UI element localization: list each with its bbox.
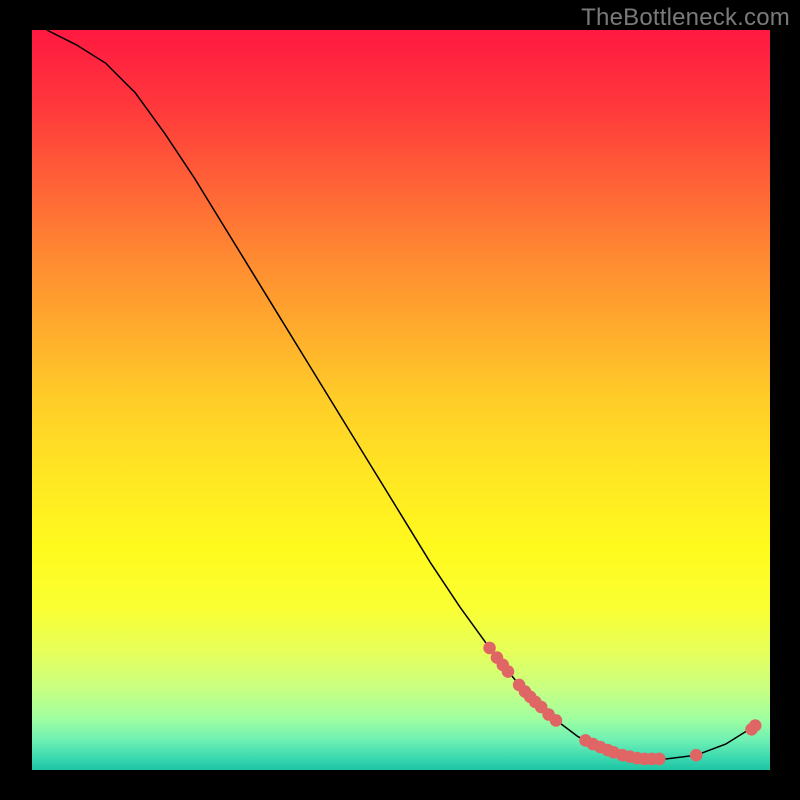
data-marker: [550, 714, 563, 727]
watermark-text: TheBottleneck.com: [581, 4, 790, 32]
data-marker: [653, 753, 666, 766]
bottleneck-curve: [47, 30, 755, 759]
data-marker: [502, 665, 515, 678]
plot-area: [32, 30, 770, 770]
curve-layer: [32, 30, 770, 770]
data-marker: [749, 719, 762, 732]
chart-frame: TheBottleneck.com: [0, 0, 800, 800]
data-marker: [690, 749, 703, 762]
